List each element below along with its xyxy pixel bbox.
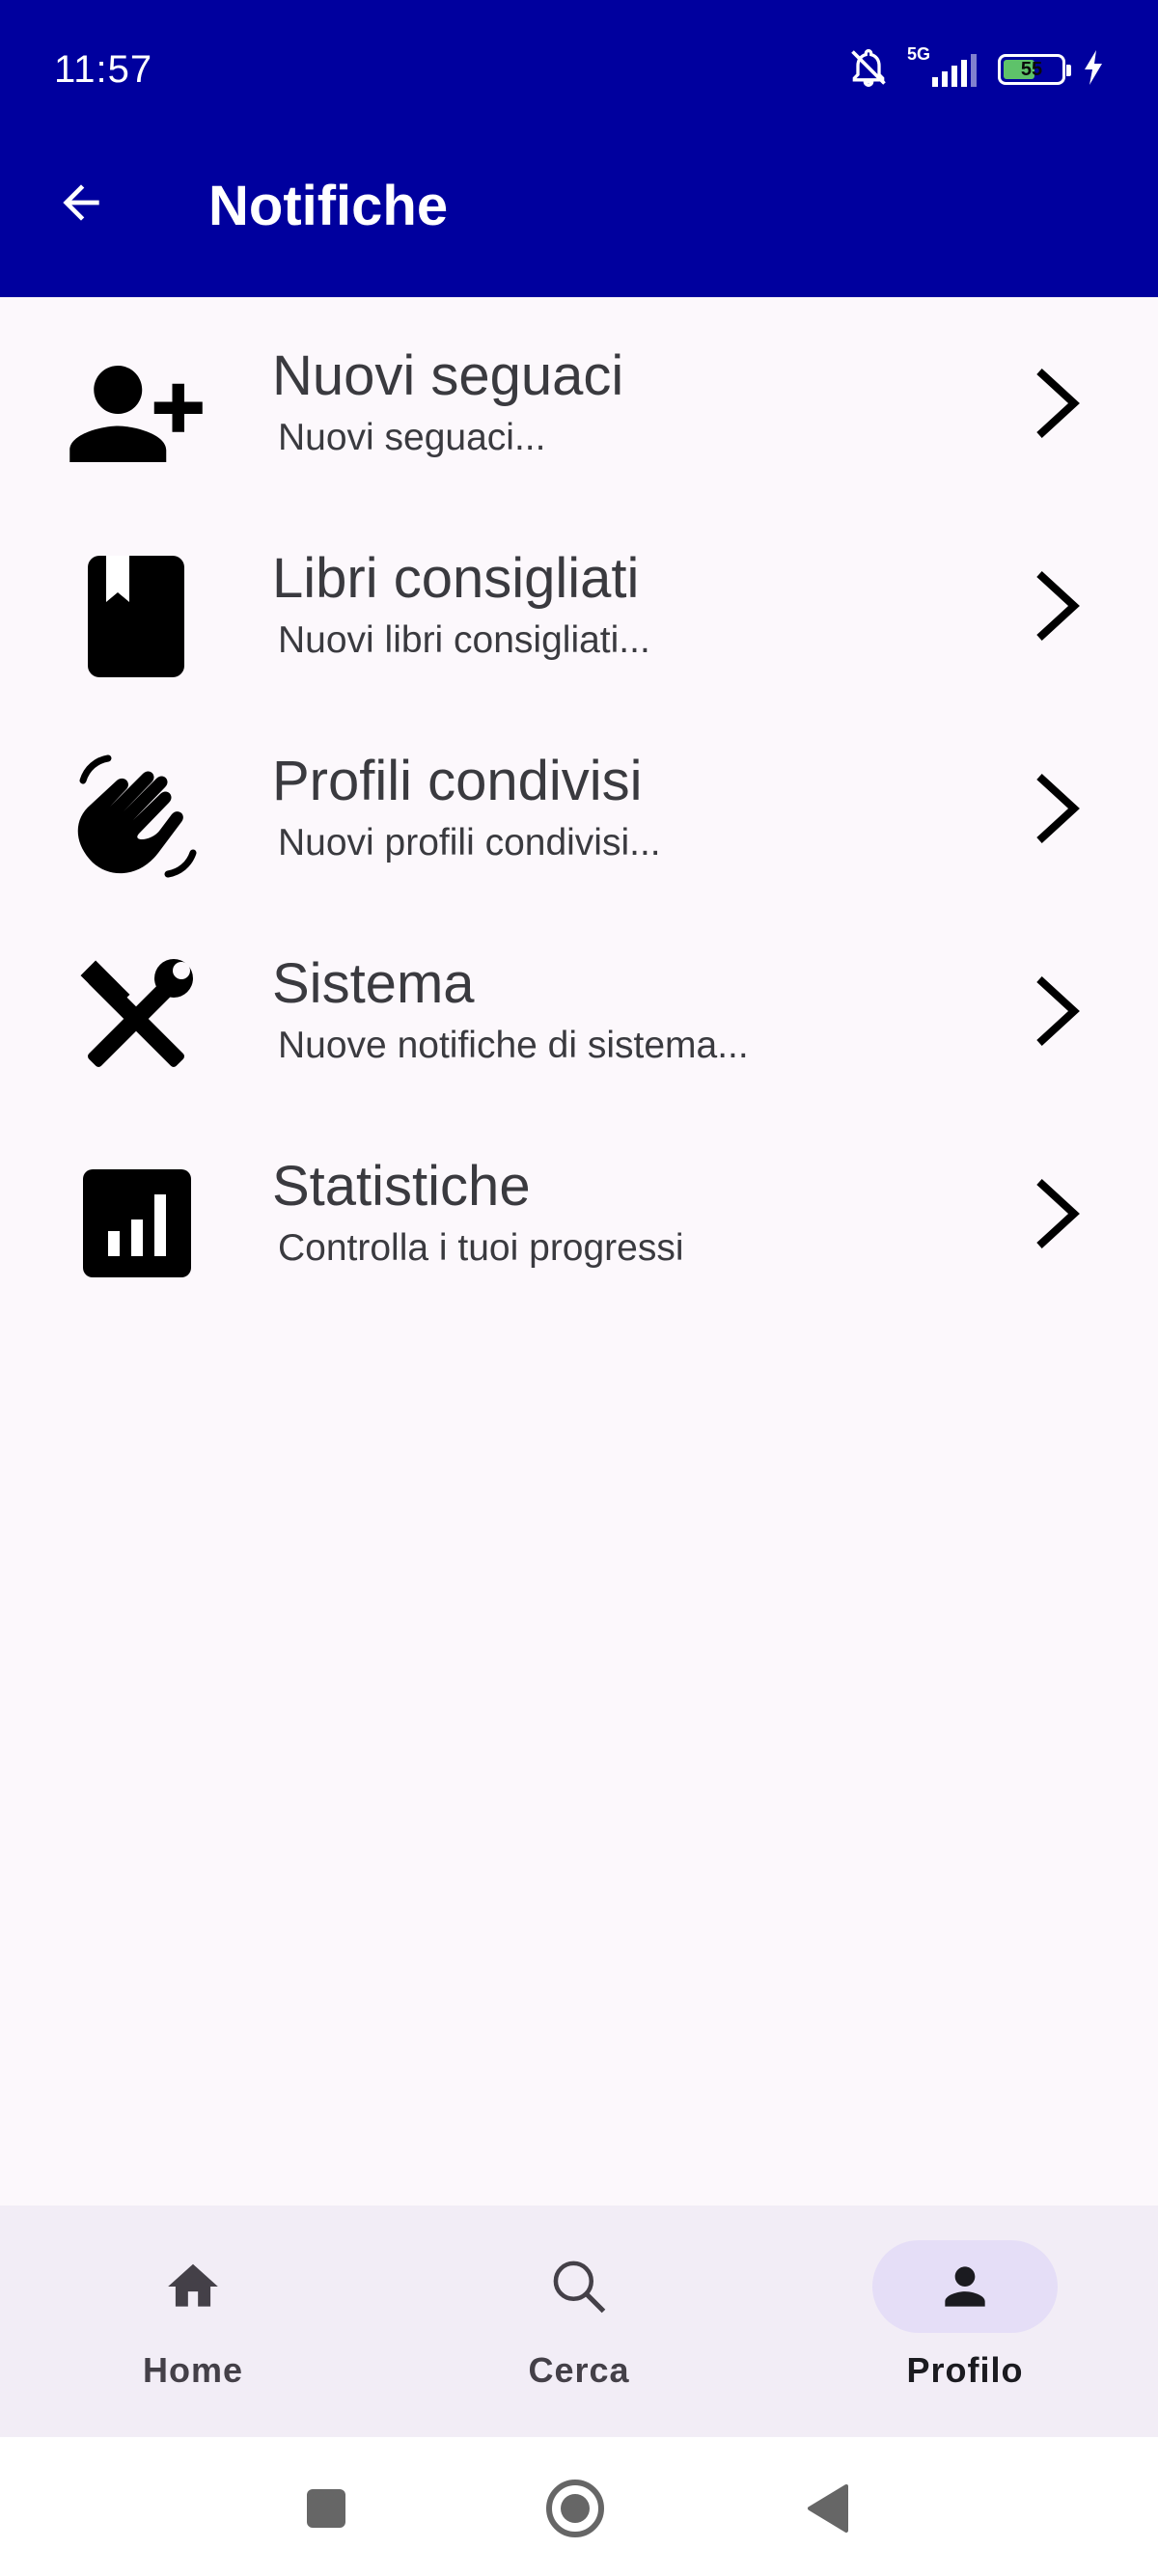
nav-item-profilo[interactable]: Profilo: [849, 2240, 1081, 2424]
nav-item-home[interactable]: Home: [77, 2240, 309, 2424]
item-title: Profili condivisi: [272, 750, 643, 812]
nav-label: Profilo: [906, 2350, 1024, 2390]
nav-item-cerca[interactable]: Cerca: [463, 2240, 695, 2424]
system-navigation-bar: [0, 2437, 1158, 2576]
home-system-button[interactable]: [538, 2472, 612, 2545]
back-button[interactable]: [42, 164, 120, 241]
person-add-icon: [64, 342, 208, 486]
waving-hand-icon: [64, 747, 208, 891]
item-subtitle: Nuovi profili condivisi...: [278, 822, 661, 863]
tools-icon: [64, 949, 208, 1094]
chevron-right-icon: [1023, 355, 1090, 452]
status-icons: 5G 55: [847, 44, 1104, 94]
book-icon: [64, 544, 208, 689]
chevron-right-icon: [1023, 1165, 1090, 1262]
back-system-button[interactable]: [791, 2472, 865, 2545]
item-title: Nuovi seguaci: [272, 344, 624, 407]
list-item-nuovi-seguaci[interactable]: Nuovi seguaci Nuovi seguaci...: [0, 297, 1158, 500]
page-title: Notifiche: [208, 175, 449, 237]
person-icon: [945, 2266, 985, 2307]
signal-icon: 5G: [907, 44, 980, 91]
bar-chart-icon: [64, 1152, 208, 1297]
item-subtitle: Nuovi seguaci...: [278, 417, 546, 458]
item-subtitle: Controlla i tuoi progressi: [278, 1227, 684, 1269]
notification-list: Nuovi seguaci Nuovi seguaci... Libri con…: [0, 297, 1158, 1310]
chevron-right-icon: [1023, 963, 1090, 1059]
arrow-back-icon: [63, 184, 99, 221]
list-item-sistema[interactable]: Sistema Nuove notifiche di sistema...: [0, 905, 1158, 1108]
top-app-bar: 11:57 5G 55 Notifiche: [0, 0, 1158, 297]
home-icon: [168, 2263, 218, 2307]
list-item-libri-consigliati[interactable]: Libri consigliati Nuovi libri consigliat…: [0, 500, 1158, 702]
nav-label: Home: [142, 2350, 244, 2390]
nav-pill: [100, 2240, 286, 2333]
bell-off-icon: [847, 46, 890, 94]
square-icon: [307, 2489, 345, 2528]
app-screen: 11:57 5G 55 Notifiche Nuovi seguaci Nuov…: [0, 0, 1158, 2576]
battery-icon: 55: [998, 54, 1071, 85]
triangle-back-icon: [808, 2484, 848, 2533]
status-time: 11:57: [54, 48, 153, 91]
search-icon: [553, 2261, 606, 2314]
battery-nub: [1066, 65, 1071, 76]
nav-label: Cerca: [528, 2350, 630, 2390]
nav-pill: [486, 2240, 672, 2333]
charging-icon: [1083, 49, 1104, 90]
item-title: Libri consigliati: [272, 547, 640, 610]
chevron-right-icon: [1023, 760, 1090, 857]
bottom-navigation: Home Cerca Profilo: [0, 2206, 1158, 2437]
list-item-statistiche[interactable]: Statistiche Controlla i tuoi progressi: [0, 1108, 1158, 1310]
chevron-right-icon: [1023, 558, 1090, 654]
circle-icon: [546, 2480, 604, 2537]
item-title: Statistiche: [272, 1155, 531, 1218]
nav-pill-active: [872, 2240, 1058, 2333]
list-item-profili-condivisi[interactable]: Profili condivisi Nuovi profili condivis…: [0, 702, 1158, 905]
item-title: Sistema: [272, 952, 475, 1015]
item-subtitle: Nuove notifiche di sistema...: [278, 1025, 749, 1066]
recents-button[interactable]: [290, 2472, 363, 2545]
item-subtitle: Nuovi libri consigliati...: [278, 619, 650, 661]
battery-percent: 55: [1020, 58, 1043, 80]
